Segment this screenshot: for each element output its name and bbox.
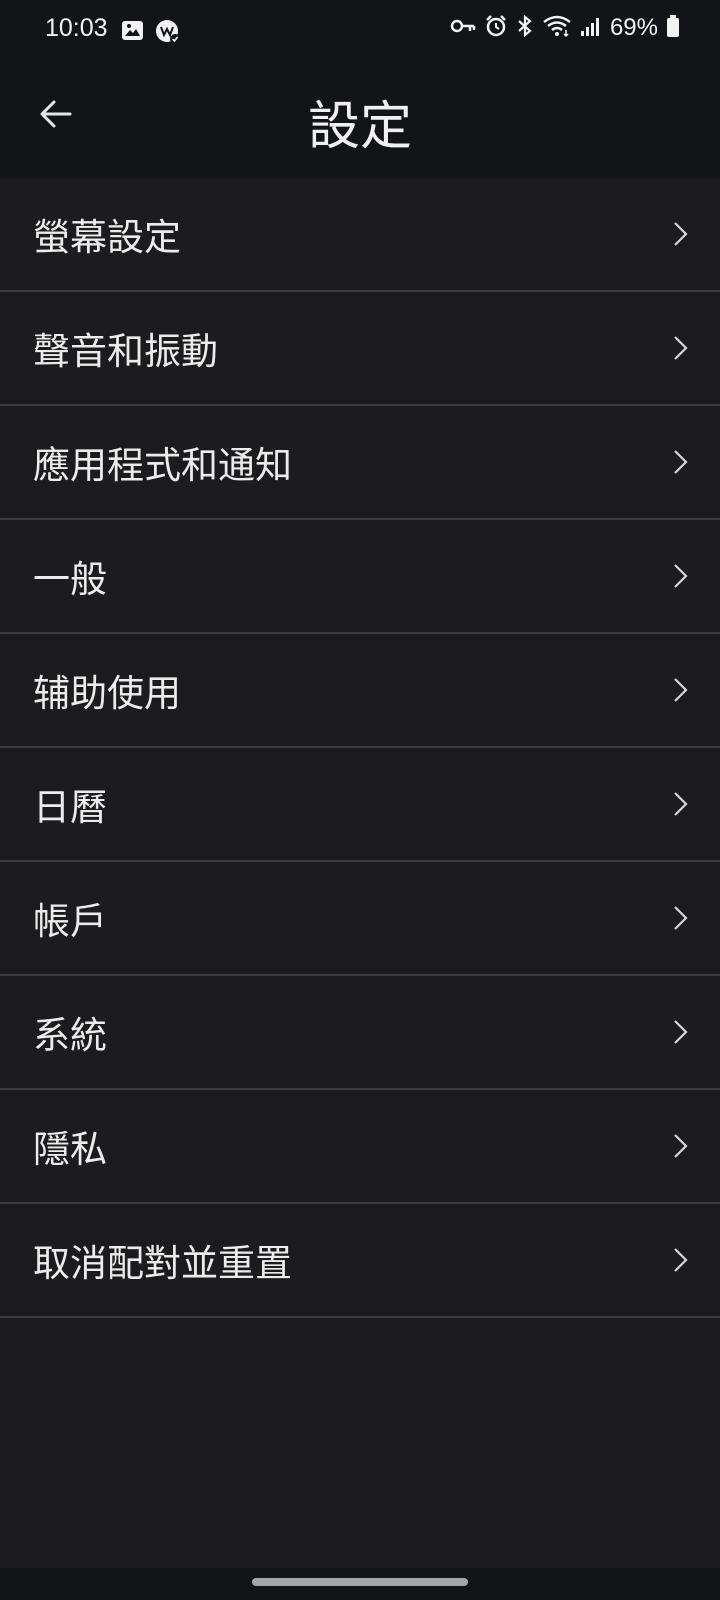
- home-indicator[interactable]: [252, 1578, 468, 1586]
- wifi-icon: [542, 14, 572, 42]
- settings-item-label: 隱私: [33, 1128, 107, 1171]
- settings-list: 螢幕設定 聲音和振動 應用程式和通知 一般 辅助使用 日曆 帳戶 系統 隱私 取…: [0, 178, 720, 1318]
- chevron-right-icon: [674, 1134, 688, 1158]
- bluetooth-icon: [516, 14, 534, 42]
- settings-item-label: 螢幕設定: [33, 216, 181, 259]
- settings-item-label: 日曆: [33, 786, 107, 829]
- settings-item-display[interactable]: 螢幕設定: [0, 178, 720, 292]
- settings-item-label: 帳戶: [33, 900, 107, 943]
- chevron-right-icon: [674, 450, 688, 474]
- gallery-icon: [120, 18, 146, 50]
- chevron-right-icon: [674, 336, 688, 360]
- battery-percentage: 69%: [609, 14, 658, 41]
- settings-item-privacy[interactable]: 隱私: [0, 1090, 720, 1204]
- settings-item-label: 聲音和振動: [33, 330, 218, 373]
- app-bar: 設定: [0, 62, 720, 178]
- page-title: 設定: [307, 97, 412, 157]
- vpn-key-icon: [450, 16, 476, 40]
- settings-item-label: 應用程式和通知: [33, 444, 292, 487]
- chevron-right-icon: [674, 1020, 688, 1044]
- settings-item-label: 一般: [33, 558, 107, 601]
- settings-item-calendar[interactable]: 日曆: [0, 748, 720, 862]
- settings-item-label: 辅助使用: [33, 672, 181, 715]
- settings-item-apps[interactable]: 應用程式和通知: [0, 406, 720, 520]
- settings-item-sound[interactable]: 聲音和振動: [0, 292, 720, 406]
- chevron-right-icon: [674, 792, 688, 816]
- settings-item-general[interactable]: 一般: [0, 520, 720, 634]
- alarm-icon: [484, 14, 508, 42]
- signal-icon: [580, 15, 602, 41]
- app-notification-icon: [154, 18, 182, 50]
- settings-item-unpair-reset[interactable]: 取消配對並重置: [0, 1204, 720, 1318]
- battery-icon: [666, 14, 680, 42]
- settings-item-accessibility[interactable]: 辅助使用: [0, 634, 720, 748]
- status-time: 10:03: [45, 14, 108, 42]
- settings-item-label: 系統: [33, 1014, 107, 1057]
- chevron-right-icon: [674, 564, 688, 588]
- settings-item-system[interactable]: 系統: [0, 976, 720, 1090]
- chevron-right-icon: [674, 678, 688, 702]
- status-right-icons: 69%: [450, 14, 680, 42]
- settings-item-accounts[interactable]: 帳戶: [0, 862, 720, 976]
- chevron-right-icon: [674, 906, 688, 930]
- chevron-right-icon: [674, 1248, 688, 1272]
- settings-item-label: 取消配對並重置: [33, 1242, 292, 1285]
- chevron-right-icon: [674, 222, 688, 246]
- status-left-icons: [120, 18, 182, 50]
- status-bar: 10:03 69%: [0, 0, 720, 62]
